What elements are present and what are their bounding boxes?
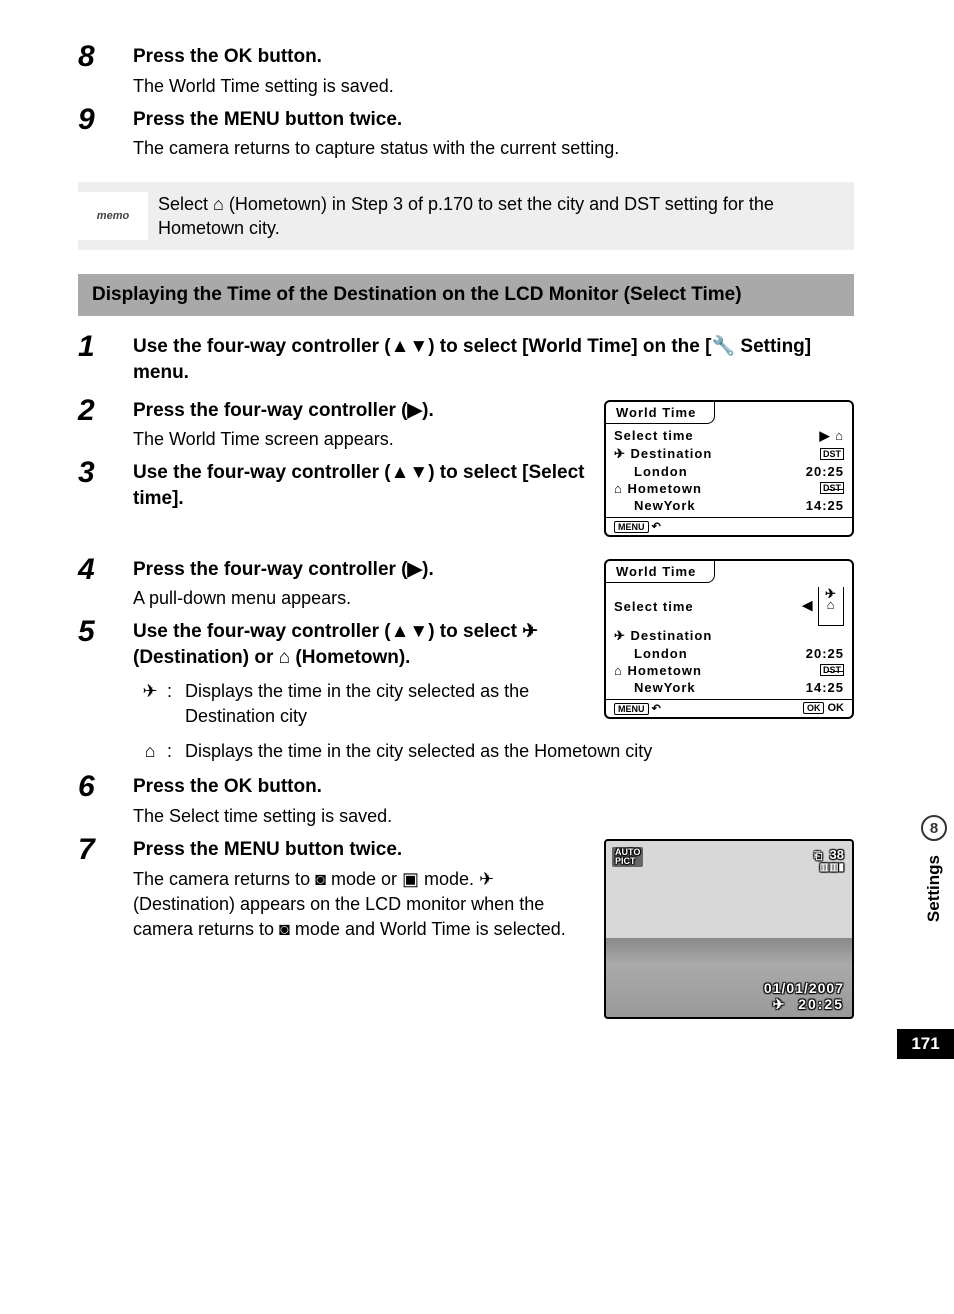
memo-text: Select (Hometown) in Step 3 of p.170 to … [148, 192, 840, 241]
auto-pict-badge: AUTO PICT [612, 847, 643, 867]
step-4: 4 Press the four-way controller (▶). A p… [78, 553, 590, 612]
step-2: 2 Press the four-way controller (▶). The… [78, 394, 590, 453]
destination-explain: : Displays the time in the city selected… [133, 679, 590, 729]
remaining-count: 38 [830, 847, 844, 862]
step-title: Press the OK button. [133, 44, 854, 70]
step-9: 9 Press the MENU button twice. The camer… [78, 103, 854, 162]
step-5: 5 Use the four-way controller (▲▼) to se… [78, 615, 590, 731]
step-3: 3 Use the four-way controller (▲▼) to se… [78, 456, 590, 515]
step-number: 5 [78, 615, 133, 731]
hometown-label: ⌂ Hometown [614, 481, 702, 496]
step-desc: The camera returns to ◙ mode or ▣ mode. … [133, 867, 590, 943]
plane-icon [133, 679, 167, 729]
step-number: 2 [78, 394, 133, 453]
step-desc: The World Time setting is saved. [133, 74, 854, 99]
step-title: Use the four-way controller (▲▼) to sele… [133, 460, 590, 511]
step-number: 4 [78, 553, 133, 612]
step-number: 9 [78, 103, 133, 162]
section-header: Displaying the Time of the Destination o… [78, 274, 854, 316]
step-title: Use the four-way controller (▲▼) to sele… [133, 619, 590, 670]
step-8: 8 Press the OK button. The World Time se… [78, 40, 854, 99]
step-7: 7 Press the MENU button twice. The camer… [78, 833, 590, 942]
capture-preview: AUTO PICT ⎗ 38 ▥▥▮ 01/01/2007 20:25 [604, 839, 854, 1019]
menu-button-icon: MENU [614, 703, 649, 715]
step-title: Press the OK button. [133, 774, 854, 800]
step-number: 3 [78, 456, 133, 515]
step-5-home-row: : Displays the time in the city selected… [78, 735, 854, 766]
hometown-label: ⌂ Hometown [614, 663, 702, 678]
menu-key: MENU [224, 839, 280, 860]
step-title: Press the four-way controller (▶). [133, 557, 590, 583]
side-tab: 8 Settings [914, 815, 954, 928]
chapter-label: Settings [924, 849, 944, 928]
hometown-city: NewYork [614, 680, 696, 695]
lcd-screen-1: World Time Select time ▶ ⌂ ✈ Destination… [604, 400, 854, 537]
step-desc: The camera returns to capture status wit… [133, 136, 854, 161]
step-number: 6 [78, 770, 133, 829]
ok-key: OK [224, 46, 253, 67]
step-number: 7 [78, 833, 133, 942]
step-1: 1 Use the four-way controller (▲▼) to se… [78, 330, 854, 389]
step-title: Use the four-way controller (▲▼) to sele… [133, 334, 854, 385]
step-title: Press the MENU button twice. [133, 837, 590, 863]
menu-key: MENU [224, 109, 280, 130]
dst-off-badge: D̶S̶T̶ [820, 664, 844, 676]
destination-time: 20:25 [806, 646, 844, 661]
ok-key: OK [224, 776, 253, 797]
home-icon [133, 739, 167, 764]
select-time-dropdown: ◀ ✈⌂ [802, 587, 844, 626]
plane-icon [773, 996, 787, 1012]
select-time-value: ▶ ⌂ [820, 428, 844, 444]
back-icon: ↶ [652, 521, 661, 533]
menu-button-icon: MENU [614, 521, 649, 533]
step-title: Press the MENU button twice. [133, 107, 854, 133]
lcd-screen-2: World Time Select time ◀ ✈⌂ ✈ Destinatio… [604, 559, 854, 719]
memo-icon: memo [78, 192, 148, 240]
step-desc: A pull-down menu appears. [133, 586, 590, 611]
destination-label: ✈ Destination [614, 446, 712, 462]
step-desc: The Select time setting is saved. [133, 804, 854, 829]
screen-title: World Time [606, 561, 715, 583]
ok-button-icon: OK [803, 702, 825, 714]
chapter-number: 8 [921, 815, 947, 841]
dst-on-badge: DST [820, 448, 844, 460]
select-time-label: Select time [614, 599, 694, 614]
destination-label: ✈ Destination [614, 628, 712, 644]
hometown-time: 14:25 [806, 498, 844, 513]
step-6: 6 Press the OK button. The Select time s… [78, 770, 854, 829]
preview-time: 20:25 [798, 996, 844, 1012]
hometown-time: 14:25 [806, 680, 844, 695]
destination-city: London [614, 646, 688, 661]
memo-box: memo Select (Hometown) in Step 3 of p.17… [78, 182, 854, 251]
hometown-city: NewYork [614, 498, 696, 513]
step-number: 1 [78, 330, 133, 389]
page-number: 171 [897, 1029, 954, 1059]
preview-date: 01/01/2007 [764, 980, 844, 996]
hometown-explain: : Displays the time in the city selected… [133, 739, 854, 764]
select-time-label: Select time [614, 428, 694, 443]
destination-time: 20:25 [806, 464, 844, 479]
dst-off-badge: D̶S̶T̶ [820, 482, 844, 494]
step-number: 8 [78, 40, 133, 99]
screen-title: World Time [606, 402, 715, 424]
back-icon: ↶ [652, 703, 661, 715]
home-icon [213, 194, 224, 214]
step-title: Press the four-way controller (▶). [133, 398, 590, 424]
step-desc: The World Time screen appears. [133, 427, 590, 452]
destination-city: London [614, 464, 688, 479]
